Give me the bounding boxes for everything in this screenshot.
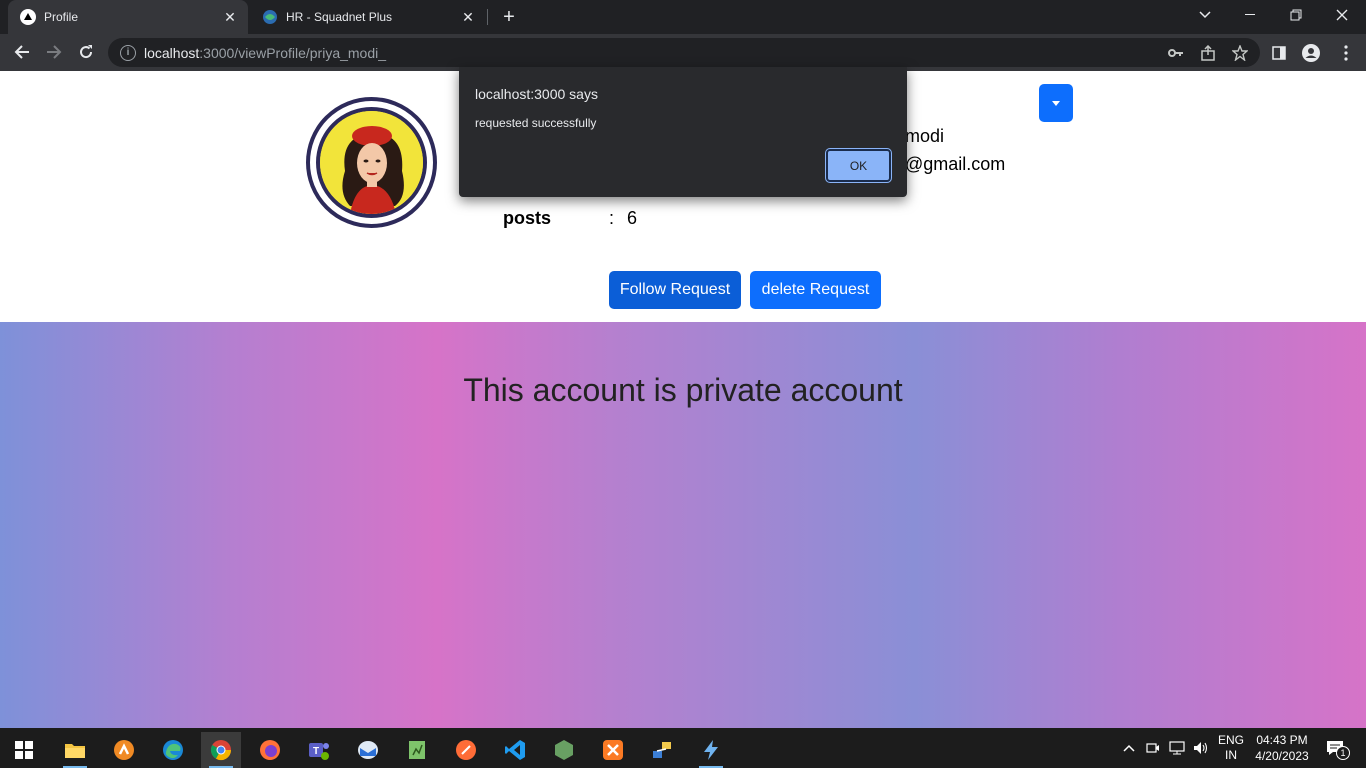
- vscode-icon[interactable]: [495, 732, 535, 768]
- browser-toolbar: i localhost:3000/viewProfile/priya_modi_: [0, 34, 1366, 71]
- chrome-browser-icon[interactable]: [201, 732, 241, 768]
- xampp-icon[interactable]: [593, 732, 633, 768]
- notepad-plus-icon[interactable]: [397, 732, 437, 768]
- reload-icon[interactable]: [74, 40, 98, 64]
- svg-text:T: T: [313, 746, 319, 757]
- posts-count: 6: [627, 208, 638, 228]
- clock-time: 04:43 PM: [1256, 733, 1308, 747]
- bookmark-star-icon[interactable]: [1230, 43, 1250, 63]
- tab-title: Profile: [44, 10, 79, 24]
- profile-avatar-icon[interactable]: [1301, 43, 1321, 63]
- forward-icon[interactable]: [42, 40, 66, 64]
- camera-tray-icon[interactable]: [1143, 728, 1163, 768]
- share-icon[interactable]: [1198, 43, 1218, 63]
- notification-count-badge: 1: [1336, 746, 1350, 760]
- teams-icon[interactable]: T: [299, 732, 339, 768]
- tab-title: HR - Squadnet Plus: [286, 10, 393, 24]
- side-panel-icon[interactable]: [1269, 43, 1289, 63]
- back-icon[interactable]: [10, 40, 34, 64]
- more-menu-icon[interactable]: [1336, 43, 1356, 63]
- url-path: :3000/viewProfile/priya_modi_: [199, 44, 387, 61]
- profile-dropdown-button[interactable]: [1039, 84, 1073, 122]
- tab-search-icon[interactable]: [1183, 0, 1227, 30]
- region-code: IN: [1225, 748, 1237, 762]
- minimize-icon[interactable]: [1228, 0, 1272, 30]
- tab-close-icon[interactable]: ✕: [458, 7, 478, 27]
- tab-profile[interactable]: Profile ✕: [8, 0, 248, 34]
- caret-down-icon: [1052, 100, 1060, 106]
- language-code: ENG: [1217, 733, 1244, 747]
- clock-date: 4/20/2023: [1255, 749, 1309, 763]
- url-host: localhost: [144, 44, 200, 61]
- squadnet-favicon-icon: [262, 9, 278, 25]
- dialog-ok-button[interactable]: OK: [825, 148, 892, 183]
- key-icon[interactable]: [1166, 43, 1186, 63]
- windows-start-icon[interactable]: [4, 732, 44, 768]
- dialog-message: requested successfully: [475, 116, 597, 130]
- language-indicator[interactable]: ENG IN: [1214, 728, 1248, 768]
- browser-tab-strip: Profile ✕ HR - Squadnet Plus ✕ +: [0, 0, 1366, 34]
- network-tray-icon[interactable]: [1166, 728, 1188, 768]
- private-account-section: This account is private account: [0, 322, 1366, 728]
- network-tool-icon[interactable]: [642, 732, 682, 768]
- address-bar[interactable]: i localhost:3000/viewProfile/priya_modi_: [108, 38, 1260, 67]
- tab-hr-squadnet[interactable]: HR - Squadnet Plus ✕: [250, 0, 486, 34]
- restore-icon[interactable]: [1274, 0, 1318, 30]
- notification-center-icon[interactable]: 1: [1318, 728, 1352, 768]
- postman-icon[interactable]: [446, 732, 486, 768]
- follow-request-button[interactable]: Follow Request: [609, 271, 741, 309]
- app-orange-icon[interactable]: [104, 732, 144, 768]
- delete-request-button[interactable]: delete Request: [750, 271, 881, 309]
- firefox-icon[interactable]: [250, 732, 290, 768]
- username-value: modi: [905, 126, 945, 146]
- new-tab-icon[interactable]: +: [498, 6, 520, 28]
- clock[interactable]: 04:43 PM 4/20/2023: [1250, 728, 1314, 768]
- lightning-app-icon[interactable]: [691, 732, 731, 768]
- tab-separator: [487, 9, 488, 25]
- tray-expand-icon[interactable]: [1118, 728, 1140, 768]
- mail-app-icon[interactable]: [348, 732, 388, 768]
- nodejs-icon[interactable]: [544, 732, 584, 768]
- edge-browser-icon[interactable]: [153, 732, 193, 768]
- tab-close-icon[interactable]: ✕: [220, 7, 240, 27]
- dialog-title: localhost:3000 says: [475, 86, 598, 102]
- nextjs-favicon-icon: [20, 9, 36, 25]
- posts-label: posts: [503, 208, 552, 228]
- email-value: @gmail.com: [905, 154, 1006, 174]
- file-explorer-icon[interactable]: [55, 732, 95, 768]
- alert-dialog: localhost:3000 says requested successful…: [459, 67, 907, 197]
- avatar-image: [316, 107, 427, 218]
- avatar: [306, 97, 437, 228]
- close-window-icon[interactable]: [1320, 0, 1364, 30]
- posts-colon: :: [609, 208, 615, 228]
- site-info-icon[interactable]: i: [120, 44, 136, 61]
- volume-tray-icon[interactable]: [1190, 728, 1212, 768]
- private-account-message: This account is private account: [463, 372, 903, 408]
